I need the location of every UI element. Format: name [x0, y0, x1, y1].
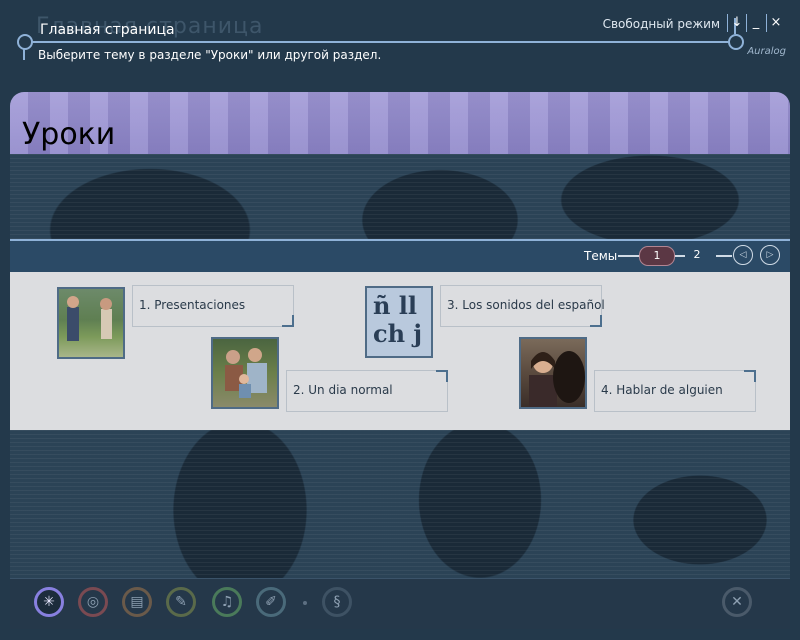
topic-4-thumbnail[interactable]: [519, 337, 587, 409]
exit-tool-icon[interactable]: ✕: [722, 587, 752, 617]
themes-line-3: [716, 255, 732, 257]
next-arrow-icon[interactable]: ▷: [760, 245, 780, 265]
themes-line: [618, 255, 640, 257]
free-mode-label[interactable]: Свободный режим: [603, 17, 720, 31]
pen-tool-icon[interactable]: ✐: [256, 587, 286, 617]
family-photo-icon: [213, 339, 277, 407]
download-button[interactable]: ↓: [727, 14, 746, 32]
topic-1-label: 1. Presentaciones: [139, 298, 246, 312]
lessons-tool-icon[interactable]: ✳: [34, 587, 64, 617]
edit-tool-icon[interactable]: ✎: [166, 587, 196, 617]
card-corner: [744, 370, 756, 382]
card-corner: [590, 315, 602, 327]
title-line: [22, 41, 742, 43]
toolbar-separator: [303, 601, 307, 605]
letters-tile-line-1: ñ ll: [373, 291, 418, 320]
globe-tool-icon[interactable]: ◎: [78, 587, 108, 617]
topic-3-thumbnail[interactable]: ñ ll ch j: [365, 286, 433, 358]
microphone-tool-icon[interactable]: ♫: [212, 587, 242, 617]
app-window: Главная страница Главная страница Выбери…: [0, 0, 800, 640]
title-stem: [23, 48, 25, 60]
page-subtitle: Выберите тему в разделе "Уроки" или друг…: [38, 48, 382, 62]
topic-3-label: 3. Los sonidos del español: [447, 298, 605, 312]
themes-label: Темы: [584, 249, 618, 263]
topic-3-card[interactable]: 3. Los sonidos del español: [440, 285, 605, 327]
topic-2-thumbnail[interactable]: [211, 337, 279, 409]
topic-1-thumbnail[interactable]: [57, 287, 125, 359]
two-women-photo-icon: [521, 339, 585, 407]
topic-2-card[interactable]: 2. Un dia normal: [286, 370, 448, 412]
page-title: Главная страница: [40, 22, 175, 38]
prev-arrow-icon[interactable]: ◁: [733, 245, 753, 265]
topic-4-label: 4. Hablar de alguien: [601, 383, 723, 397]
page-1-button[interactable]: 1: [639, 246, 675, 266]
banner-title: Уроки: [22, 117, 116, 152]
two-people-photo-icon: [59, 289, 123, 357]
minimize-button[interactable]: _: [746, 14, 765, 32]
close-button[interactable]: ×: [766, 14, 785, 32]
card-corner: [436, 370, 448, 382]
book-tool-icon[interactable]: ▤: [122, 587, 152, 617]
topic-1-card[interactable]: 1. Presentaciones: [132, 285, 294, 327]
title-node-right-icon: [728, 34, 744, 50]
topic-2-label: 2. Un dia normal: [293, 383, 393, 397]
topic-4-card[interactable]: 4. Hablar de alguien: [594, 370, 756, 412]
title-node-icon: [17, 34, 33, 50]
lessons-banner: [10, 92, 790, 154]
letters-tile-line-2: ch j: [373, 319, 423, 348]
page-2-button[interactable]: 2: [680, 246, 714, 264]
brand-logo: Auralog: [747, 46, 786, 57]
card-corner: [282, 315, 294, 327]
speech-tool-icon[interactable]: §: [322, 587, 352, 617]
